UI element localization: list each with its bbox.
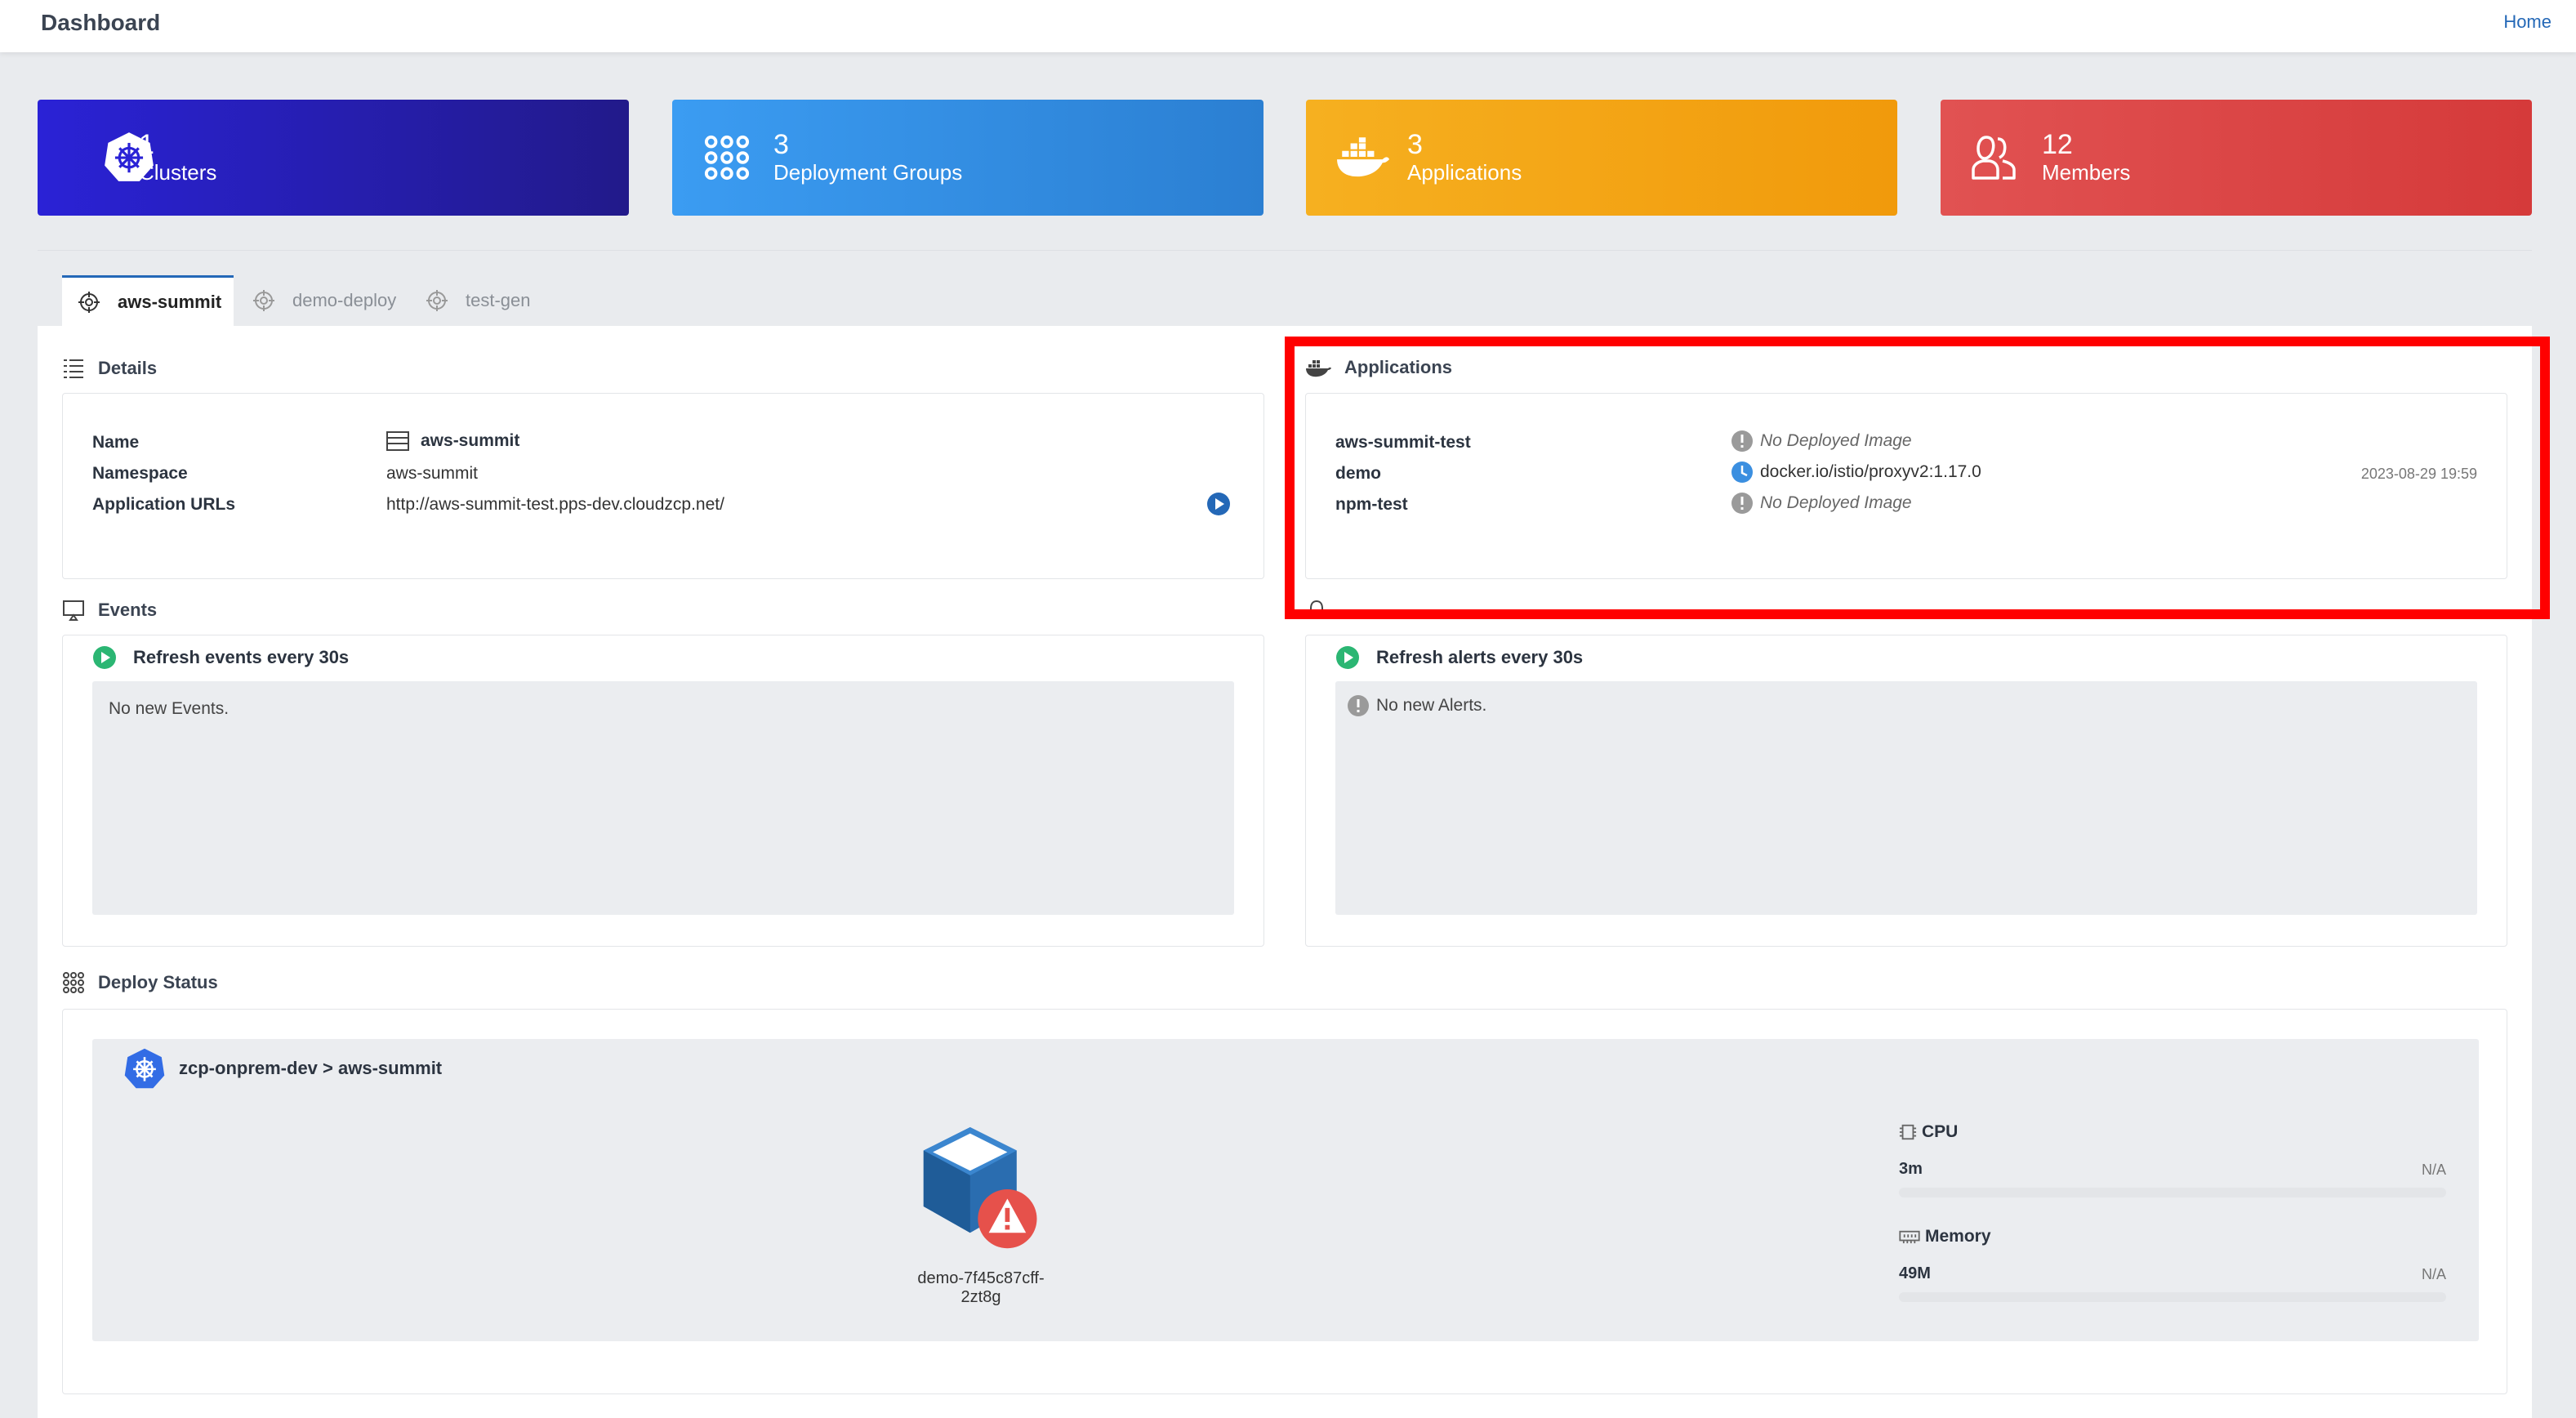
events-card: Refresh events every 30s No new Events. xyxy=(62,635,1264,947)
tab-label: test-gen xyxy=(466,290,531,310)
stat-card-members[interactable]: 12 Members xyxy=(1941,100,2532,216)
play-circle-icon[interactable] xyxy=(92,645,117,670)
deploy-status-box: zcp-onprem-dev > aws-summit demo-7f45c87… xyxy=(92,1039,2479,1341)
section-label: Deploy Status xyxy=(98,972,218,992)
cpu-value: 3m xyxy=(1899,1160,1923,1178)
docker-icon xyxy=(1337,137,1389,177)
cluster-name: aws-summit xyxy=(421,431,520,450)
refresh-label: Refresh events every 30s xyxy=(133,647,350,667)
events-section-title: Events xyxy=(62,599,157,622)
namespace-value: aws-summit xyxy=(386,464,479,483)
cpu-limit: N/A xyxy=(2422,1162,2447,1178)
grid-dots-icon xyxy=(704,135,750,181)
stat-label: Deployment Groups xyxy=(773,160,963,185)
home-link[interactable]: Home xyxy=(2503,11,2551,33)
tab-aws-summit[interactable]: aws-summit xyxy=(62,275,234,326)
play-circle-icon[interactable] xyxy=(1206,492,1231,516)
stat-label: Applications xyxy=(1407,160,1522,185)
stat-value: 3 xyxy=(773,129,789,160)
memory-limit: N/A xyxy=(2422,1266,2447,1282)
tab-label: demo-deploy xyxy=(292,290,397,310)
stat-card-deployment-groups[interactable]: 3 Deployment Groups xyxy=(672,100,1263,216)
play-circle-icon[interactable] xyxy=(1335,645,1360,670)
table-icon xyxy=(386,431,409,451)
memory-icon xyxy=(1899,1230,1920,1244)
helm-icon xyxy=(253,290,274,311)
tab-test-gen[interactable]: test-gen xyxy=(425,275,531,326)
cpu-usage-bar xyxy=(1899,1188,2446,1197)
alerts-list: No new Alerts. xyxy=(1335,681,2477,915)
name-value: aws-summit xyxy=(386,431,519,451)
helm-icon xyxy=(426,290,448,311)
details-card: Name aws-summit Namespace aws-summit App… xyxy=(62,393,1264,579)
memory-usage-bar xyxy=(1899,1292,2446,1302)
page-title: Dashboard xyxy=(41,10,161,35)
memory-label: Memory xyxy=(1925,1227,1991,1246)
stat-label: Members xyxy=(2042,160,2131,185)
empty-events-text: No new Events. xyxy=(109,699,230,718)
deploy-path-row: zcp-onprem-dev > aws-summit xyxy=(123,1047,442,1090)
monitor-icon xyxy=(63,600,84,621)
empty-alerts-row: No new Alerts. xyxy=(1347,694,1486,717)
name-label: Name xyxy=(92,433,140,452)
grid-dots-icon xyxy=(63,972,84,993)
stat-value: 12 xyxy=(2042,129,2073,160)
section-label: Details xyxy=(98,358,158,378)
alerts-card: Refresh alerts every 30s No new Alerts. xyxy=(1305,635,2507,947)
list-icon xyxy=(64,359,83,378)
memory-header: Memory xyxy=(1899,1227,1991,1246)
stat-card-clusters[interactable]: 1 Clusters xyxy=(38,100,629,216)
users-icon xyxy=(1972,136,2016,180)
memory-value: 49M xyxy=(1899,1264,1931,1282)
cpu-header: CPU xyxy=(1899,1122,1958,1142)
alerts-refresh: Refresh alerts every 30s xyxy=(1335,645,1583,670)
refresh-label: Refresh alerts every 30s xyxy=(1376,647,1584,667)
deploy-status-card: zcp-onprem-dev > aws-summit demo-7f45c87… xyxy=(62,1009,2507,1394)
tab-label: aws-summit xyxy=(118,291,222,312)
tab-demo-deploy[interactable]: demo-deploy xyxy=(252,275,396,326)
stat-value: 3 xyxy=(1407,129,1423,160)
pod-warning-icon[interactable] xyxy=(920,1124,1045,1256)
application-url-link[interactable]: http://aws-summit-test.pps-dev.cloudzcp.… xyxy=(386,495,724,515)
chip-icon xyxy=(1899,1124,1917,1140)
kubernetes-icon xyxy=(124,1048,165,1089)
deploy-status-section-title: Deploy Status xyxy=(62,971,218,994)
tab-bar: aws-summit demo-deploy test-gen xyxy=(38,251,2532,326)
empty-alerts-text: No new Alerts. xyxy=(1376,696,1487,715)
exclamation-circle-icon xyxy=(1348,695,1369,716)
section-label: Events xyxy=(98,600,158,620)
cpu-label: CPU xyxy=(1922,1122,1959,1141)
details-section-title: Details xyxy=(62,357,157,380)
highlight-annotation xyxy=(1285,337,2550,619)
pod-name: demo-7f45c87cff-2zt8g xyxy=(917,1269,1045,1306)
stat-label: Clusters xyxy=(139,160,217,185)
stat-card-applications[interactable]: 3 Applications xyxy=(1306,100,1897,216)
application-urls-label: Application URLs xyxy=(92,495,236,514)
helm-icon xyxy=(78,291,100,313)
top-bar: Dashboard Home xyxy=(0,0,2576,52)
events-refresh: Refresh events every 30s xyxy=(92,645,349,670)
stat-value: 1 xyxy=(139,129,154,160)
namespace-label: Namespace xyxy=(92,464,188,483)
events-list: No new Events. xyxy=(92,681,1234,915)
deploy-path: zcp-onprem-dev > aws-summit xyxy=(179,1058,443,1078)
